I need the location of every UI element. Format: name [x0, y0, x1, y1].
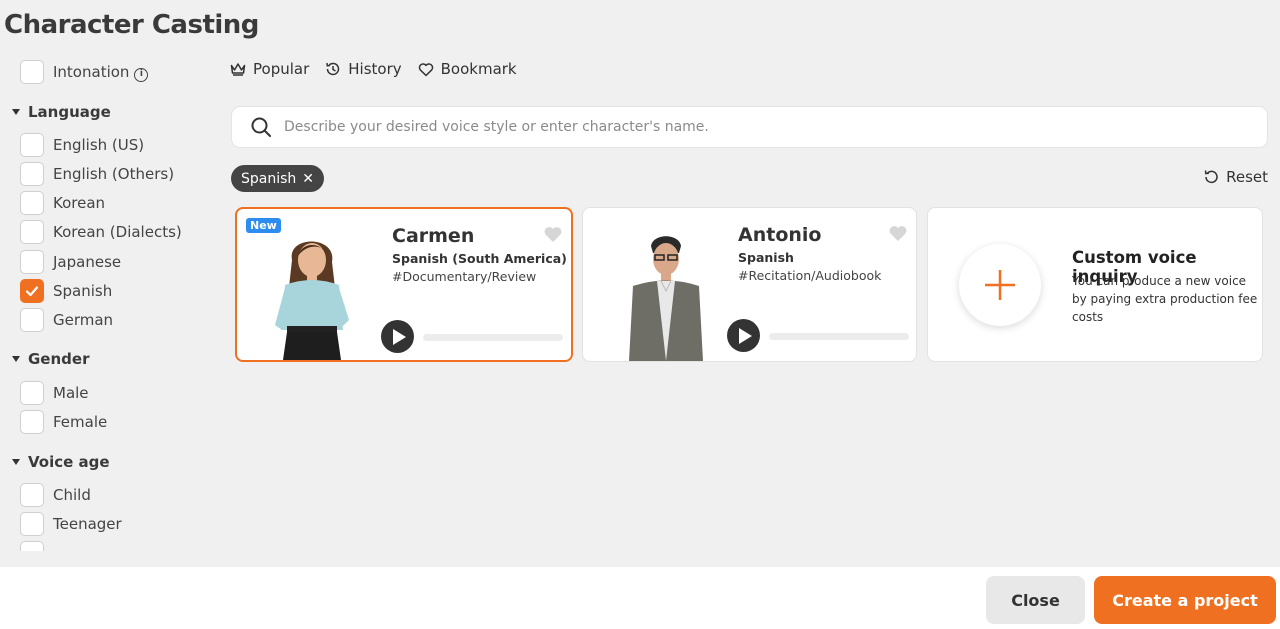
- language-option[interactable]: Korean (Dialects): [20, 219, 182, 245]
- filter-chip-spanish[interactable]: Spanish ✕: [231, 165, 325, 192]
- voice-card-carmen[interactable]: New Carmen Spanish (South America) #Docu…: [235, 207, 573, 362]
- language-option[interactable]: English (Others): [20, 161, 174, 187]
- language-option[interactable]: German: [20, 307, 113, 333]
- checkbox[interactable]: [20, 162, 44, 186]
- intonation-checkbox[interactable]: [20, 60, 44, 84]
- gender-option[interactable]: Female: [20, 409, 107, 435]
- close-icon[interactable]: ✕: [302, 171, 314, 187]
- audio-progress-bar[interactable]: [423, 334, 563, 341]
- checkbox[interactable]: [20, 191, 44, 215]
- top-nav: Popular History Bookmark: [230, 60, 533, 78]
- caret-down-icon: [12, 356, 20, 362]
- voice-age-section-toggle[interactable]: Voice age: [12, 453, 110, 471]
- gender-option[interactable]: Male: [20, 380, 89, 406]
- option-label: Japanese: [53, 253, 122, 271]
- search-icon: [251, 117, 271, 137]
- voice-age-option[interactable]: Teenager: [20, 511, 122, 537]
- caret-down-icon: [12, 109, 20, 115]
- filter-chip-label: Spanish: [241, 170, 297, 187]
- info-icon[interactable]: i: [134, 67, 149, 82]
- language-section-toggle[interactable]: Language: [12, 103, 111, 121]
- checkbox[interactable]: [20, 410, 44, 434]
- add-button[interactable]: [959, 244, 1041, 326]
- reset-icon: [1204, 170, 1218, 184]
- intonation-label: Intonation i: [53, 63, 149, 82]
- checkbox[interactable]: [20, 220, 44, 244]
- character-name: Antonio: [738, 224, 822, 246]
- avatar: [275, 241, 349, 360]
- language-option[interactable]: English (US): [20, 132, 144, 158]
- play-button[interactable]: [381, 320, 414, 353]
- character-tag: #Documentary/Review: [392, 269, 537, 284]
- custom-voice-card[interactable]: Custom voice inquiry You can produce a n…: [927, 207, 1263, 362]
- heart-icon: [418, 62, 433, 76]
- play-icon: [393, 328, 406, 345]
- language-option[interactable]: Spanish: [20, 278, 112, 304]
- search-input[interactable]: [284, 119, 1244, 135]
- voice-age-option-partial[interactable]: [20, 540, 53, 551]
- checkbox-checked[interactable]: [20, 279, 44, 303]
- gender-section-toggle[interactable]: Gender: [12, 350, 89, 368]
- checkbox[interactable]: [20, 483, 44, 507]
- page-title: Character Casting: [4, 10, 259, 40]
- checkbox[interactable]: [20, 512, 44, 536]
- option-label: Child: [53, 486, 91, 504]
- play-icon: [739, 327, 752, 344]
- character-language: Spanish (South America): [392, 251, 567, 266]
- heart-icon[interactable]: [888, 224, 908, 242]
- option-label: English (Others): [53, 165, 175, 183]
- crown-icon: [230, 63, 246, 76]
- character-language: Spanish: [738, 250, 794, 265]
- intonation-checkbox-row[interactable]: Intonation i: [20, 59, 149, 85]
- option-label: Korean: [53, 194, 106, 212]
- nav-bookmark[interactable]: Bookmark: [418, 60, 517, 78]
- audio-progress-bar[interactable]: [769, 333, 909, 340]
- create-project-button[interactable]: Create a project: [1094, 576, 1276, 624]
- filter-sidebar: Intonation i Language English (US) Englis…: [0, 56, 215, 551]
- plus-icon: [985, 270, 1015, 300]
- checkbox[interactable]: [20, 541, 44, 551]
- character-tag: #Recitation/Audiobook: [738, 268, 882, 283]
- checkbox[interactable]: [20, 381, 44, 405]
- play-button[interactable]: [727, 319, 760, 352]
- voice-age-option[interactable]: Child: [20, 482, 91, 508]
- nav-popular[interactable]: Popular: [230, 60, 309, 78]
- character-name: Carmen: [392, 225, 475, 247]
- heart-icon[interactable]: [543, 225, 563, 243]
- checkbox[interactable]: [20, 308, 44, 332]
- search-bar: [231, 106, 1268, 148]
- option-label: Male: [53, 384, 89, 402]
- option-label: Female: [53, 413, 108, 431]
- option-label: Spanish: [53, 282, 113, 300]
- close-button[interactable]: Close: [986, 576, 1085, 624]
- language-option[interactable]: Korean: [20, 190, 105, 216]
- reset-button[interactable]: Reset: [1203, 168, 1268, 186]
- avatar: [629, 236, 703, 361]
- option-label: German: [53, 311, 114, 329]
- option-label: Korean (Dialects): [53, 223, 182, 241]
- checkbox[interactable]: [20, 250, 44, 274]
- language-option[interactable]: Japanese: [20, 249, 121, 275]
- caret-down-icon: [12, 459, 20, 465]
- checkbox[interactable]: [20, 133, 44, 157]
- history-icon: [326, 62, 340, 76]
- check-icon: [25, 286, 39, 297]
- option-label: English (US): [53, 136, 145, 154]
- option-label: Teenager: [53, 515, 122, 533]
- custom-voice-description: You can produce a new voice by paying ex…: [1072, 274, 1258, 324]
- voice-card-antonio[interactable]: Antonio Spanish #Recitation/Audiobook: [582, 207, 917, 362]
- dialog-footer: Close Create a project: [0, 567, 1280, 629]
- nav-history[interactable]: History: [325, 60, 402, 78]
